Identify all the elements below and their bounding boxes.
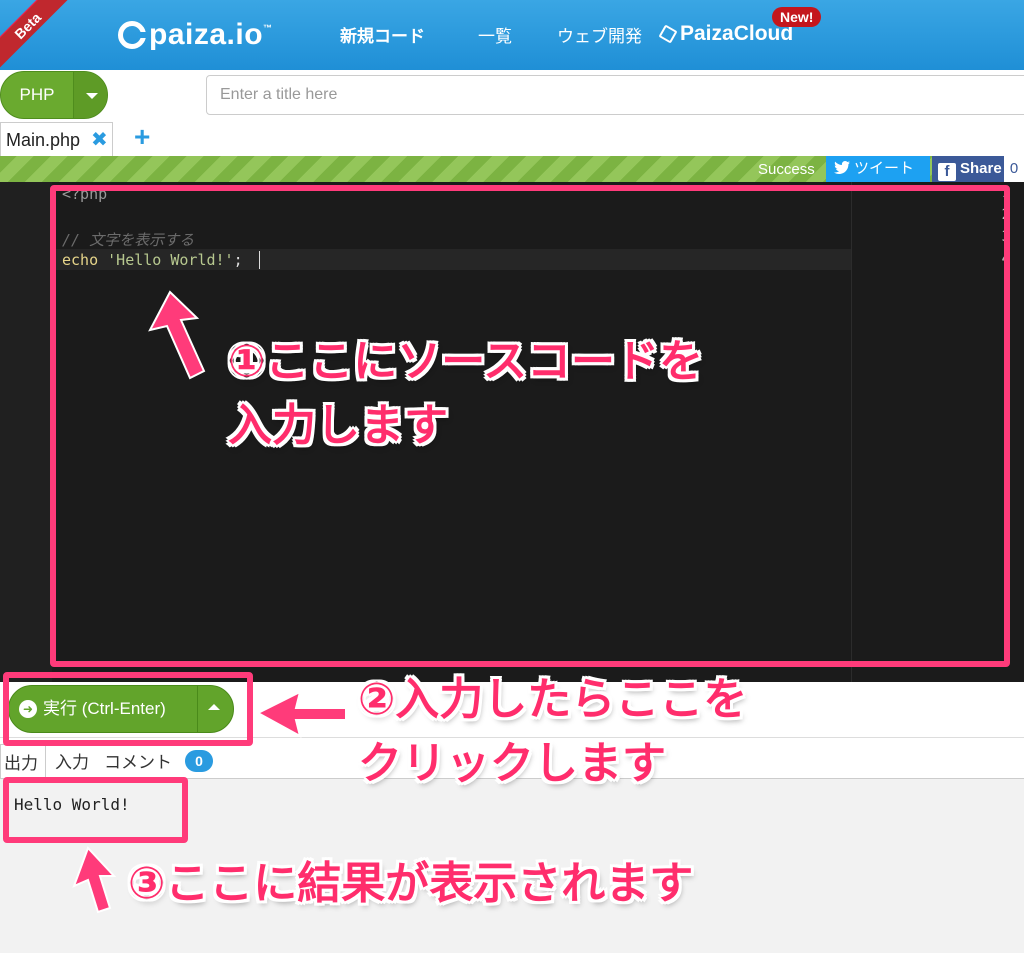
top-header: Beta paiza.io ™ 新規コード 一覧 ウェブ開発 PaizaClou… <box>0 0 1024 72</box>
new-badge: New! <box>772 7 822 27</box>
status-bar: Success ツイート f Share 0 <box>0 156 1024 182</box>
screenshot-root: Beta paiza.io ™ 新規コード 一覧 ウェブ開発 PaizaClou… <box>0 0 1024 953</box>
language-select-button[interactable]: PHP <box>0 71 108 119</box>
close-icon[interactable]: ✖ <box>91 123 108 157</box>
callout-2-line2: クリックします <box>358 738 666 788</box>
paiza-logo[interactable]: paiza.io ™ <box>118 17 273 53</box>
add-file-icon[interactable]: + <box>134 121 150 153</box>
callout-3-line: ③ここに結果が表示されます <box>128 859 694 908</box>
title-input[interactable] <box>206 75 1024 115</box>
nav-list[interactable]: 一覧 <box>478 22 512 47</box>
line-number-gutter <box>0 182 52 682</box>
tab-comment[interactable]: コメント <box>104 748 172 773</box>
share-count: 0 <box>1004 156 1024 182</box>
nav-new-code[interactable]: 新規コード <box>340 22 425 47</box>
callout-3: ③ここに結果が表示されます <box>128 852 693 916</box>
file-tab-main[interactable]: Main.php ✖ <box>0 122 113 156</box>
file-tab-label: Main.php <box>6 130 81 150</box>
share-label: Share <box>960 160 1002 177</box>
twitter-bird-icon <box>834 161 850 174</box>
highlight-box-run <box>3 672 253 746</box>
callout-1-line2: 入力します <box>228 400 448 450</box>
tab-input[interactable]: 入力 <box>55 748 89 773</box>
cube-icon <box>658 24 678 44</box>
facebook-icon: f <box>938 163 956 181</box>
callout-2: ②入力したらここを クリックします <box>358 668 747 796</box>
callout-2-line1: ②入力したらここを <box>358 675 748 724</box>
logo-text: paiza.io <box>149 18 264 51</box>
nav-web-dev[interactable]: ウェブ開発 <box>557 22 642 47</box>
status-text: Success <box>758 161 815 178</box>
comment-count-badge: 0 <box>185 750 213 772</box>
highlight-box-output <box>3 777 188 843</box>
callout-1: ①ここにソースコードを 入力します <box>228 330 703 458</box>
language-label: PHP <box>19 85 55 104</box>
tweet-label: ツイート <box>854 160 915 177</box>
caret-down-icon[interactable] <box>73 72 107 118</box>
tweet-button[interactable]: ツイート <box>826 156 930 182</box>
logo-mark-icon <box>118 21 147 49</box>
facebook-share-button[interactable]: f Share 0 <box>932 156 1024 182</box>
beta-ribbon: Beta <box>0 0 74 72</box>
logo-trademark: ™ <box>263 23 273 33</box>
tab-output[interactable]: 出力 <box>0 744 46 778</box>
callout-1-line1: ①ここにソースコードを <box>228 337 704 386</box>
